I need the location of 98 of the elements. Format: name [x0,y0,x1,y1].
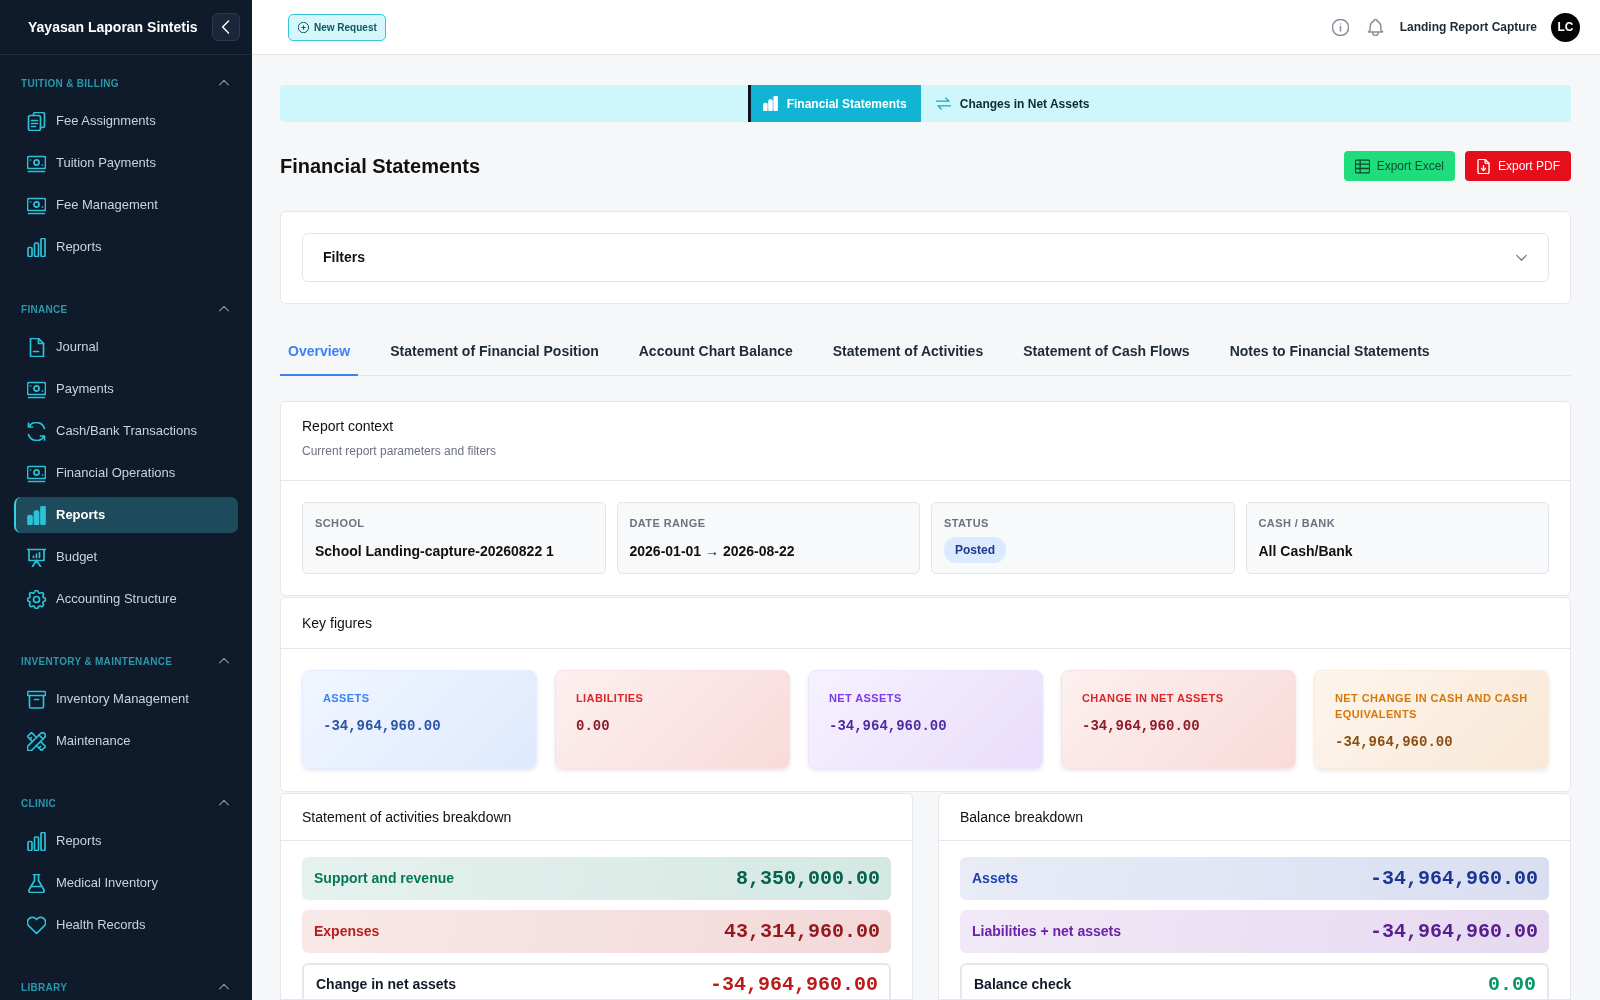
flask-icon [27,873,46,893]
sidebar-item[interactable]: Reports [14,823,238,859]
sidebar-item[interactable]: Payments [14,371,238,407]
documents-icon [27,111,46,131]
sidebar-item[interactable]: Inventory Management [14,681,238,717]
amount-value: 43,314,960.00 [723,918,880,945]
status-badge: Posted [944,536,1006,563]
collapse-sidebar-button[interactable] [212,13,240,41]
notifications-icon[interactable] [1366,18,1384,36]
document-icon [27,337,46,357]
card-title: Report context [302,417,395,436]
plus-circle-icon [298,21,309,33]
bar-chart-icon [27,237,46,257]
kpi-label: LIABILITIES [576,691,645,706]
filters-toggle[interactable]: Filters [302,233,1549,282]
card-title: Key figures [302,613,373,633]
page-title: Financial Statements [280,154,481,178]
amount-value: -34,964,960.00 [709,971,878,998]
kpi-value: 0.00 [576,716,611,736]
sidebar-item[interactable]: Fee Assignments [14,103,238,139]
section-header[interactable]: TUITION & BILLING [0,69,252,97]
section-header[interactable]: CLINIC [0,789,252,817]
sidebar-item[interactable]: Medical Inventory [14,865,238,901]
chevron-up-icon [218,77,230,89]
sidebar-item[interactable]: Maintenance [14,723,238,759]
field-value: All Cash/Bank [1258,541,1354,561]
new-request-button[interactable]: New Request [288,13,386,41]
amount-label: Balance check [974,975,1072,994]
sidebar-item[interactable]: Cash/Bank Transactions [14,413,238,449]
field-value: School Landing-capture-20260822 1 [315,541,555,561]
field-label: STATUS [944,516,990,531]
user-name: Landing Report Capture [1399,19,1537,36]
banknote-icon [27,463,46,483]
kpi-value: -34,964,960.00 [323,716,442,736]
field-label: CASH / BANK [1258,516,1336,531]
sidebar-item[interactable]: Health Records [14,907,238,943]
spreadsheet-icon [1354,158,1370,174]
amount-label: Change in net assets [316,975,457,994]
card-title: Balance breakdown [960,807,1083,827]
sidebar-item[interactable]: Accounting Structure [14,581,238,617]
brand-title: Yayasan Laporan Sintetis [28,17,198,37]
card-title: Statement of activities breakdown [302,807,512,827]
field-label: DATE RANGE [629,516,707,531]
export-pdf-button[interactable]: Export PDF [1465,151,1571,181]
export-excel-button[interactable]: Export Excel [1343,151,1455,181]
amount-value: -34,964,960.00 [1369,865,1538,892]
chevron-up-icon [218,655,230,667]
amount-value: -34,964,960.00 [1369,918,1538,945]
tools-icon [27,731,46,751]
sidebar-item[interactable]: Fee Management [14,187,238,223]
amount-label: Assets [972,869,1018,888]
sidebar-item[interactable]: Financial Operations [14,455,238,491]
field-value: 2026-01-01 → 2026-08-22 [629,541,796,561]
amount-label: Expenses [314,922,380,941]
section-header[interactable]: LIBRARY [0,973,252,1000]
kpi-label: NET ASSETS [829,691,903,706]
kpi-label: NET CHANGE IN CASH AND CASH EQUIVALENTS [1335,691,1528,722]
sidebar-item[interactable]: Reports [14,229,238,265]
kpi-value: -34,964,960.00 [1335,732,1454,752]
sidebar-item[interactable]: Reports [14,497,238,533]
tab[interactable]: Statement of Cash Flows [1015,328,1198,376]
banknote-icon [27,195,46,215]
tab[interactable]: Statement of Financial Position [382,328,607,376]
kpi-value: -34,964,960.00 [829,716,948,736]
file-download-icon [1476,158,1491,174]
amount-label: Support and revenue [314,869,455,888]
banknote-icon [27,153,46,173]
tab[interactable]: Account Chart Balance [630,328,801,376]
kpi-label: CHANGE IN NET ASSETS [1082,691,1225,706]
tab[interactable]: Notes to Financial Statements [1221,328,1438,376]
chevron-up-icon [218,303,230,315]
kpi-value: -34,964,960.00 [1082,716,1201,736]
user-avatar[interactable]: LC [1551,12,1580,42]
chevron-up-icon [218,981,230,993]
banknote-icon [27,379,46,399]
view-tab[interactable]: Changes in Net Assets [920,85,1104,122]
field-label: SCHOOL [315,516,366,531]
refresh-icon [27,421,46,441]
bar-chart-icon [27,831,46,851]
amount-value: 0.00 [1488,971,1536,998]
presentation-chart-icon [27,547,46,567]
section-header[interactable]: FINANCE [0,295,252,323]
bar-chart-icon [27,505,46,525]
info-icon[interactable] [1331,18,1349,36]
card-subtitle: Current report parameters and filters [302,443,498,460]
sidebar-item[interactable]: Budget [14,539,238,575]
tab[interactable]: Statement of Activities [824,328,992,376]
amount-value: 8,350,000.00 [735,865,880,892]
archive-box-icon [27,689,46,709]
settings-icon [27,589,46,609]
chevron-up-icon [218,797,230,809]
heart-icon [27,915,46,935]
bar-chart-icon [762,96,778,111]
sidebar-item[interactable]: Tuition Payments [14,145,238,181]
amount-label: Liabilities + net assets [972,922,1121,941]
section-header[interactable]: INVENTORY & MAINTENANCE [0,647,252,675]
kpi-label: ASSETS [323,691,371,706]
sidebar-item[interactable]: Journal [14,329,238,365]
